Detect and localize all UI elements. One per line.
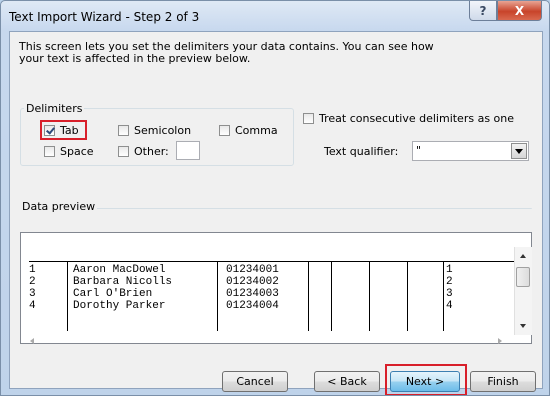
other-checkbox[interactable]: Other:	[118, 145, 169, 158]
preview-cell: 2	[29, 276, 36, 288]
delimiters-label: Delimiters	[24, 102, 85, 115]
text-qualifier-select[interactable]: "	[412, 141, 529, 161]
help-icon: ?	[479, 3, 487, 18]
next-highlight-box	[385, 364, 467, 395]
semicolon-checkbox[interactable]: Semicolon	[118, 124, 191, 137]
preview-row: 2 Barbara Nicolls 01234002 2	[21, 276, 521, 288]
dialog-body: This screen lets you set the delimiters …	[9, 31, 543, 395]
other-check-box[interactable]	[118, 146, 129, 157]
preview-cell: 4	[29, 300, 36, 312]
finish-label: Finish	[487, 375, 519, 388]
other-delimiter-input[interactable]	[176, 141, 200, 160]
text-qualifier-value: "	[416, 144, 422, 157]
preview-horizontal-scrollbar[interactable]	[20, 334, 515, 349]
preview-cell: Dorothy Parker	[73, 300, 166, 312]
preview-cell: 2	[446, 276, 453, 288]
dialog-window: Text Import Wizard - Step 2 of 3 ? X Thi…	[0, 0, 550, 396]
space-check-box[interactable]	[44, 146, 55, 157]
scroll-left-icon[interactable]	[30, 338, 34, 344]
preview-cell: Carl O'Brien	[73, 288, 153, 300]
preview-cell: 01234002	[226, 276, 279, 288]
title-bar[interactable]: Text Import Wizard - Step 2 of 3 ? X	[1, 1, 549, 31]
back-button[interactable]: < Back	[314, 371, 380, 392]
comma-checkbox[interactable]: Comma	[219, 124, 278, 137]
cancel-button[interactable]: Cancel	[222, 371, 288, 392]
tab-highlight-box	[40, 120, 87, 140]
consecutive-check-box[interactable]	[303, 113, 314, 124]
preview-cell: 01234004	[226, 300, 279, 312]
preview-row: 4 Dorothy Parker 01234004 4	[21, 300, 521, 312]
close-button[interactable]: X	[497, 1, 542, 21]
other-label: Other:	[134, 145, 169, 158]
preview-cell: Barbara Nicolls	[73, 276, 173, 288]
cancel-label: Cancel	[236, 375, 274, 388]
text-qualifier-label: Text qualifier:	[324, 145, 399, 158]
preview-row: 1 Aaron MacDowel 01234001 1	[21, 264, 521, 276]
comma-check-box[interactable]	[219, 125, 230, 136]
help-button[interactable]: ?	[469, 1, 497, 21]
scroll-right-icon[interactable]	[498, 338, 502, 344]
preview-cell: 4	[446, 300, 453, 312]
preview-cell: 01234003	[226, 288, 279, 300]
chevron-down-icon	[515, 148, 523, 154]
scroll-up-icon[interactable]	[520, 254, 526, 258]
preview-row: 3 Carl O'Brien 01234003 3	[21, 288, 521, 300]
semicolon-label: Semicolon	[134, 124, 192, 137]
preview-cell: 3	[446, 288, 453, 300]
semicolon-check-box[interactable]	[118, 125, 129, 136]
preview-vertical-scrollbar[interactable]	[514, 247, 532, 335]
comma-label: Comma	[235, 124, 278, 137]
preview-cell: 3	[29, 288, 36, 300]
data-preview-area[interactable]: 1 Aaron MacDowel 01234001 1 2 Barbara Ni…	[20, 232, 532, 344]
preview-top-border	[29, 261, 529, 262]
space-checkbox[interactable]: Space	[44, 145, 94, 158]
data-preview-label: Data preview	[20, 200, 98, 213]
close-icon: X	[514, 3, 525, 18]
preview-cell: 1	[29, 264, 36, 276]
preview-cell: Aaron MacDowel	[73, 264, 166, 276]
space-label: Space	[60, 145, 94, 158]
dialog-title: Text Import Wizard - Step 2 of 3	[9, 10, 200, 24]
consecutive-delimiters-checkbox[interactable]: Treat consecutive delimiters as one	[303, 112, 514, 125]
back-label: < Back	[327, 375, 367, 388]
consecutive-label: Treat consecutive delimiters as one	[319, 112, 515, 125]
finish-button[interactable]: Finish	[470, 371, 536, 392]
preview-cell: 01234001	[226, 264, 279, 276]
intro-text: This screen lets you set the delimiters …	[19, 40, 434, 65]
scroll-down-icon[interactable]	[520, 324, 526, 328]
scroll-thumb[interactable]	[516, 267, 530, 287]
text-qualifier-dropdown-button[interactable]	[511, 143, 527, 159]
preview-cell: 1	[446, 264, 453, 276]
